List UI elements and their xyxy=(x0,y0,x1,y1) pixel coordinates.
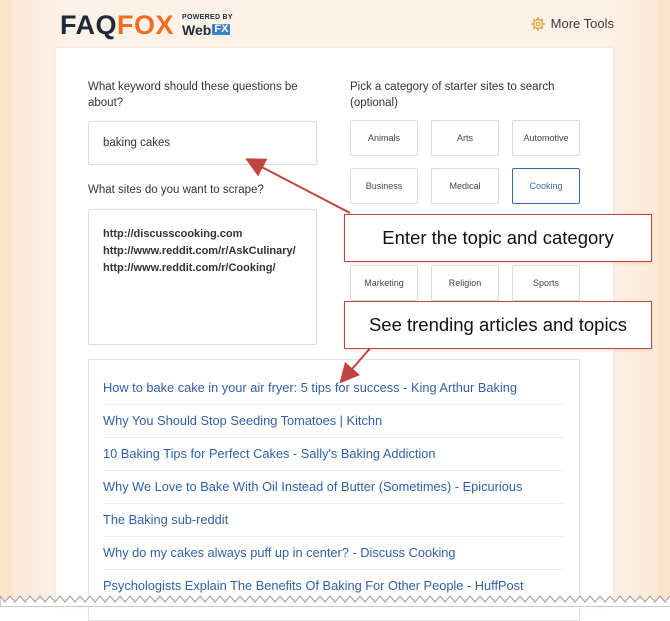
article-link[interactable]: How to bake cake in your air fryer: 5 ti… xyxy=(103,371,565,405)
keyword-input[interactable]: baking cakes xyxy=(88,121,317,165)
article-link[interactable]: The Baking sub-reddit xyxy=(103,503,565,537)
article-link[interactable]: Why We Love to Bake With Oil Instead of … xyxy=(103,470,565,504)
more-tools-label: More Tools xyxy=(550,16,614,31)
category-automotive-button[interactable]: Automotive xyxy=(512,120,580,156)
category-religion-button[interactable]: Religion xyxy=(431,265,499,301)
site-url: http://www.reddit.com/r/AskCulinary/ xyxy=(103,245,296,257)
category-business-button[interactable]: Business xyxy=(350,168,418,204)
trending-callout: See trending articles and topics xyxy=(344,301,652,349)
site-url: http://www.reddit.com/r/Cooking/ xyxy=(103,262,276,274)
sites-textarea[interactable]: http://discusscooking.com http://www.red… xyxy=(88,209,317,345)
webfx-logo: Web FX xyxy=(182,23,233,37)
category-medical-button[interactable]: Medical xyxy=(431,168,499,204)
gear-icon xyxy=(530,16,545,31)
logo-faq-text: FAQ xyxy=(60,9,118,40)
article-link[interactable]: Why You Should Stop Seeding Tomatoes | K… xyxy=(103,404,565,438)
powered-by-text: POWERED BY xyxy=(182,13,233,21)
webfx-fx-text: FX xyxy=(212,23,231,35)
torn-edge xyxy=(0,595,670,607)
category-animals-button[interactable]: Animals xyxy=(350,120,418,156)
keyword-label: What keyword should these questions be a… xyxy=(88,81,298,109)
article-link[interactable]: Why do my cakes always puff up in center… xyxy=(103,536,565,570)
more-tools-link[interactable]: More Tools xyxy=(530,16,614,31)
faqfox-logo[interactable]: FAQ FOX POWERED BY Web FX xyxy=(60,10,233,40)
category-arts-button[interactable]: Arts xyxy=(431,120,499,156)
sites-label: What sites do you want to scrape? xyxy=(88,184,264,196)
category-marketing-button[interactable]: Marketing xyxy=(350,265,418,301)
site-url: http://discusscooking.com xyxy=(103,228,243,240)
webfx-web-text: Web xyxy=(182,21,212,38)
article-link[interactable]: 10 Baking Tips for Perfect Cakes - Sally… xyxy=(103,437,565,471)
category-sports-button[interactable]: Sports xyxy=(512,265,580,301)
top-bar: FAQ FOX POWERED BY Web FX More Tools xyxy=(0,0,670,48)
category-label: Pick a category of starter sites to sear… xyxy=(350,81,555,109)
keyword-input-value: baking cakes xyxy=(103,137,171,149)
logo-fox-text: FOX xyxy=(117,9,175,40)
category-cooking-button[interactable]: Cooking xyxy=(512,168,580,204)
powered-by-webfx: POWERED BY Web FX xyxy=(182,14,233,37)
trending-articles-list: How to bake cake in your air fryer: 5 ti… xyxy=(88,359,580,621)
topic-category-callout: Enter the topic and category xyxy=(344,214,652,262)
